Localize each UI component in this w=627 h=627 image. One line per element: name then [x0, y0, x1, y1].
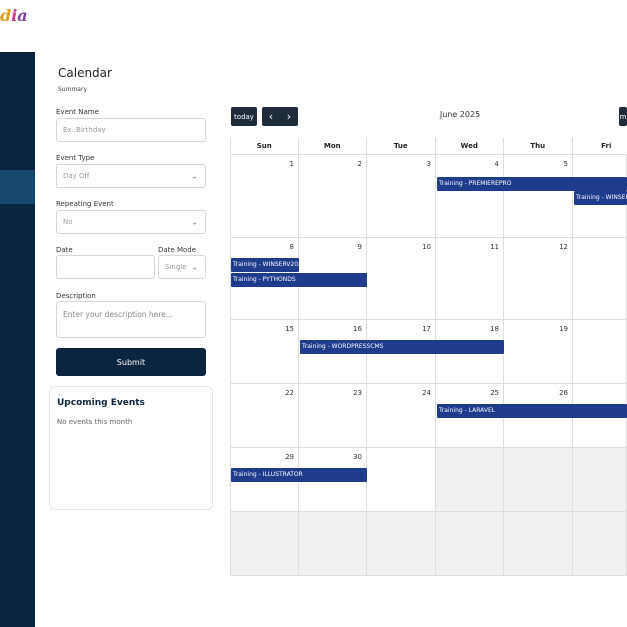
calendar-event[interactable]: Training - ILLUSTRATOR	[231, 468, 367, 482]
calendar-event[interactable]: Training - WINSER	[574, 191, 627, 205]
date-mode-select[interactable]: Single ⌄	[158, 255, 206, 279]
calendar-day-cell[interactable]	[230, 512, 299, 576]
day-number: 17	[422, 325, 431, 333]
calendar-day-cell[interactable]: 23	[299, 384, 367, 448]
submit-button[interactable]: Submit	[56, 348, 206, 376]
calendar-day-cell[interactable]: 15	[230, 320, 299, 384]
calendar-day-cell[interactable]: 11	[436, 238, 504, 320]
day-name-sun: Sun	[230, 138, 299, 155]
date-label: Date	[56, 246, 73, 254]
day-number: 22	[285, 389, 294, 397]
day-number: 30	[353, 453, 362, 461]
calendar-header: Sun Mon Tue Wed Thu Fri	[230, 138, 627, 155]
event-name-label: Event Name	[56, 108, 99, 116]
calendar-day-cell[interactable]: 3	[367, 155, 436, 238]
date-input[interactable]	[56, 255, 155, 279]
chevron-down-icon: ⌄	[191, 171, 198, 181]
event-name-input[interactable]: Ex. Birthday	[56, 118, 206, 142]
chevron-down-icon: ⌄	[191, 217, 198, 227]
calendar-day-cell[interactable]: 12	[504, 238, 573, 320]
day-name-wed: Wed	[435, 138, 504, 155]
month-title: June 2025	[439, 110, 481, 119]
calendar-event[interactable]: Training - WINSERV202	[231, 258, 299, 272]
calendar-day-cell[interactable]: 10	[367, 238, 436, 320]
calendar-day-cell[interactable]	[573, 320, 627, 384]
day-number: 4	[494, 160, 499, 168]
event-type-select[interactable]: Day Off ⌄	[56, 164, 206, 188]
calendar-day-cell[interactable]: 19	[504, 320, 573, 384]
calendar-day-cell[interactable]	[436, 448, 504, 512]
chevron-down-icon: ⌄	[191, 262, 198, 272]
calendar-day-cell[interactable]: 24	[367, 384, 436, 448]
day-number: 16	[353, 325, 362, 333]
description-placeholder: Enter your description here...	[63, 310, 173, 319]
day-number: 23	[353, 389, 362, 397]
date-mode-value: Single	[165, 263, 187, 271]
calendar-day-cell[interactable]	[504, 512, 573, 576]
upcoming-events-panel: Upcoming Events No events this month	[49, 386, 213, 510]
event-name-placeholder: Ex. Birthday	[63, 126, 106, 134]
calendar-day-cell[interactable]: 1	[230, 155, 299, 238]
nav-button-group: ‹ ›	[262, 107, 298, 126]
event-type-label: Event Type	[56, 154, 95, 162]
day-number: 12	[559, 243, 568, 251]
page-subtitle: Summary	[58, 86, 87, 93]
calendar-day-cell[interactable]: 2	[299, 155, 367, 238]
day-number: 9	[357, 243, 362, 251]
calendar-day-cell[interactable]: 5	[504, 155, 573, 238]
calendar-event[interactable]: Training - LARAVEL	[437, 404, 627, 418]
sidebar-item-calendar[interactable]	[0, 170, 35, 204]
chevron-right-icon[interactable]: ›	[287, 110, 291, 123]
day-number: 11	[490, 243, 499, 251]
day-number: 8	[289, 243, 294, 251]
calendar-day-cell[interactable]: 22	[230, 384, 299, 448]
upcoming-events-empty: No events this month	[57, 418, 133, 426]
repeating-event-label: Repeating Event	[56, 200, 114, 208]
day-number: 25	[490, 389, 499, 397]
date-mode-label: Date Mode	[158, 246, 197, 254]
calendar-day-cell[interactable]	[436, 512, 504, 576]
calendar-day-cell[interactable]	[367, 448, 436, 512]
calendar-event[interactable]: Training - PREMIEREPRO	[437, 177, 627, 191]
calendar-day-cell[interactable]	[299, 512, 367, 576]
calendar-event[interactable]: Training - WORDPRESSCMS	[300, 340, 504, 354]
upcoming-events-title: Upcoming Events	[57, 398, 145, 408]
event-type-value: Day Off	[63, 172, 90, 180]
calendar-day-cell[interactable]	[367, 512, 436, 576]
day-number: 5	[563, 160, 568, 168]
today-button[interactable]: today	[231, 107, 257, 126]
day-name-thu: Thu	[504, 138, 573, 155]
day-number: 1	[289, 160, 294, 168]
repeating-event-value: No	[63, 218, 73, 226]
brand-logo[interactable]: dia	[0, 6, 28, 26]
day-number: 18	[490, 325, 499, 333]
description-label: Description	[56, 292, 96, 300]
calendar-day-cell[interactable]: 4	[436, 155, 504, 238]
day-number: 24	[422, 389, 431, 397]
calendar-day-cell[interactable]	[573, 512, 627, 576]
day-number: 19	[559, 325, 568, 333]
day-name-tue: Tue	[367, 138, 436, 155]
calendar-day-cell[interactable]	[573, 448, 627, 512]
day-name-fri: Fri	[572, 138, 627, 155]
logo-letter: a	[17, 6, 28, 25]
chevron-left-icon[interactable]: ‹	[269, 110, 273, 123]
view-button[interactable]: m	[619, 107, 627, 126]
day-number: 26	[559, 389, 568, 397]
day-number: 29	[285, 453, 294, 461]
page-title: Calendar	[58, 66, 112, 80]
calendar-day-cell[interactable]	[504, 448, 573, 512]
calendar-day-cell[interactable]	[573, 238, 627, 320]
repeating-event-select[interactable]: No ⌄	[56, 210, 206, 234]
day-name-mon: Mon	[298, 138, 367, 155]
day-number: 10	[422, 243, 431, 251]
day-number: 2	[357, 160, 362, 168]
calendar-event[interactable]: Training - PYTHONDS	[231, 273, 367, 287]
day-number: 15	[285, 325, 294, 333]
logo-letter: d	[0, 6, 12, 25]
day-number: 3	[426, 160, 431, 168]
sidebar	[0, 52, 35, 627]
description-textarea[interactable]: Enter your description here...	[56, 301, 206, 338]
